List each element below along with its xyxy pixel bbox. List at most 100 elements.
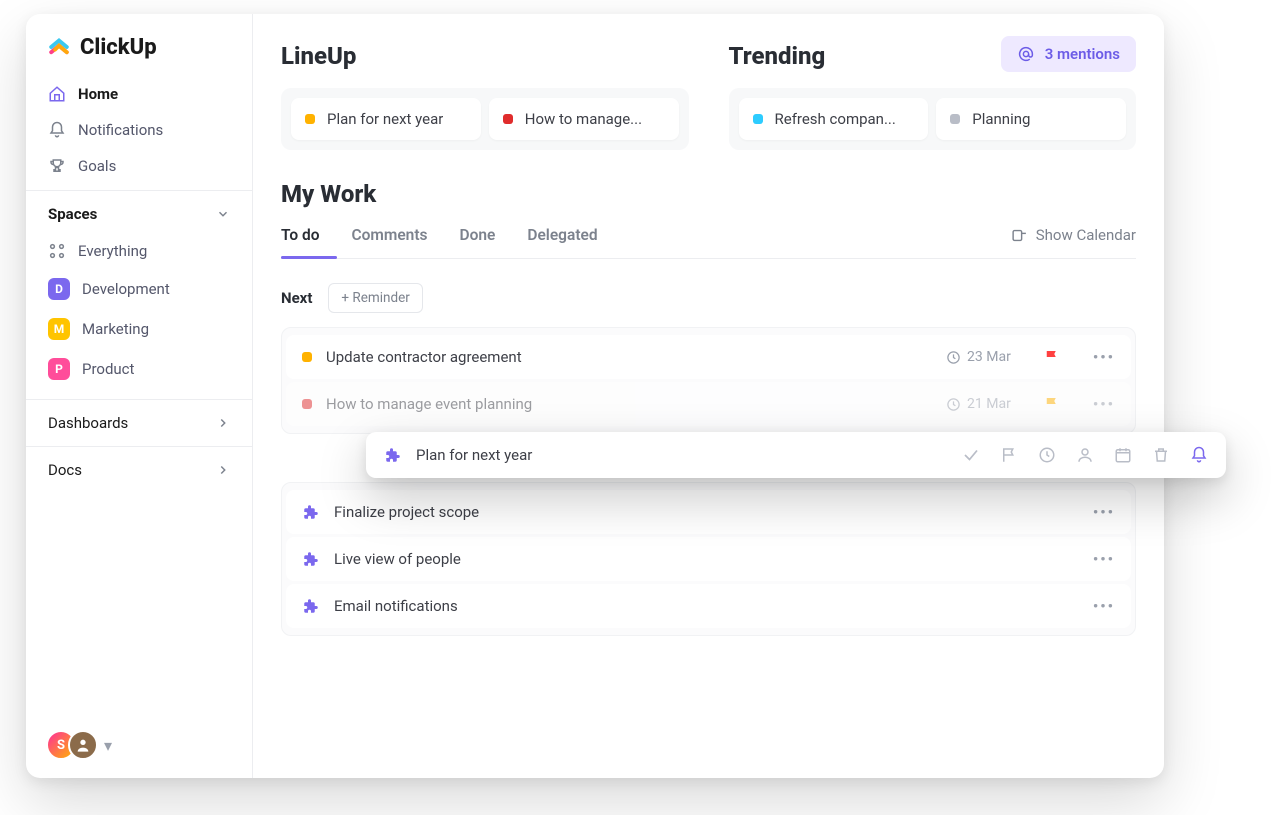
task-title: Finalize project scope [334, 503, 479, 521]
nav-label: Home [78, 85, 118, 103]
task-row[interactable]: Email notifications ••• [286, 584, 1131, 628]
space-everything[interactable]: Everything [26, 233, 252, 269]
mywork-title: My Work [281, 180, 1136, 208]
avatar [68, 730, 98, 760]
popover-actions [962, 446, 1208, 464]
nav-label: Goals [78, 157, 116, 175]
space-label: Development [82, 280, 170, 298]
status-dot-icon [950, 114, 960, 124]
space-development[interactable]: D Development [26, 269, 252, 309]
flag-icon[interactable] [1043, 395, 1061, 413]
card-label: How to manage... [525, 110, 642, 128]
calendar-panel-icon [1011, 227, 1028, 244]
status-dot-icon [753, 114, 763, 124]
more-icon[interactable]: ••• [1093, 597, 1115, 615]
later-task-list: Finalize project scope ••• Live view of … [281, 482, 1136, 636]
space-marketing[interactable]: M Marketing [26, 309, 252, 349]
nav-notifications[interactable]: Notifications [34, 112, 244, 148]
nav-label: Notifications [78, 121, 163, 139]
clock-icon[interactable] [1038, 446, 1056, 464]
task-row[interactable]: How to manage event planning 21 Mar ••• [286, 382, 1131, 426]
tab-comments[interactable]: Comments [351, 226, 427, 258]
puzzle-icon [302, 503, 320, 521]
space-product[interactable]: P Product [26, 349, 252, 389]
more-icon[interactable]: ••• [1093, 348, 1115, 366]
bell-icon[interactable] [1190, 446, 1208, 464]
lineup-card[interactable]: How to manage... [489, 98, 679, 140]
task-row[interactable]: Finalize project scope ••• [286, 490, 1131, 534]
task-title: Email notifications [334, 597, 458, 615]
task-row[interactable]: Live view of people ••• [286, 537, 1131, 581]
lineup-card[interactable]: Plan for next year [291, 98, 481, 140]
brand-name: ClickUp [80, 35, 157, 60]
spaces-header[interactable]: Spaces [26, 190, 252, 233]
tab-delegated[interactable]: Delegated [527, 226, 597, 258]
show-calendar-button[interactable]: Show Calendar [1011, 226, 1136, 258]
bell-icon [48, 121, 66, 139]
more-icon[interactable]: ••• [1093, 503, 1115, 521]
nav-goals[interactable]: Goals [34, 148, 244, 184]
puzzle-icon [302, 550, 320, 568]
chevron-right-icon [216, 416, 230, 430]
user-avatars[interactable]: S ▾ [46, 730, 112, 760]
next-task-list: Update contractor agreement 23 Mar ••• H… [281, 327, 1136, 434]
task-date: 21 Mar [946, 396, 1011, 412]
trophy-icon [48, 157, 66, 175]
more-icon[interactable]: ••• [1093, 550, 1115, 568]
app-window: ClickUp Home Notifications Goals Spaces … [26, 14, 1164, 778]
space-label: Product [82, 360, 134, 378]
spaces-header-label: Spaces [48, 205, 97, 223]
nav-docs[interactable]: Docs [26, 446, 252, 493]
space-label: Everything [78, 242, 147, 260]
space-badge: M [48, 318, 70, 340]
task-row[interactable]: Update contractor agreement 23 Mar ••• [286, 335, 1131, 379]
nav-home[interactable]: Home [34, 76, 244, 112]
status-dot-icon [503, 114, 513, 124]
mywork-tabs: To do Comments Done Delegated Show Calen… [281, 226, 1136, 259]
space-badge: D [48, 278, 70, 300]
lineup-title: LineUp [281, 42, 689, 70]
mentions-label: 3 mentions [1045, 45, 1120, 63]
brand: ClickUp [26, 14, 252, 70]
chevron-right-icon [216, 463, 230, 477]
card-label: Plan for next year [327, 110, 443, 128]
task-title: Live view of people [334, 550, 461, 568]
at-icon [1017, 45, 1035, 63]
calendar-icon[interactable] [1114, 446, 1132, 464]
next-label: Next [281, 289, 312, 307]
show-calendar-label: Show Calendar [1036, 226, 1136, 244]
tab-todo[interactable]: To do [281, 226, 319, 258]
main-content: 3 mentions LineUp Plan for next year How… [253, 14, 1164, 778]
tab-done[interactable]: Done [460, 226, 496, 258]
status-dot-icon [302, 399, 312, 409]
flag-icon[interactable] [1000, 446, 1018, 464]
task-title: How to manage event planning [326, 395, 532, 413]
nav-dashboards[interactable]: Dashboards [26, 399, 252, 446]
check-icon[interactable] [962, 446, 980, 464]
task-title: Update contractor agreement [326, 348, 522, 366]
puzzle-icon [384, 446, 402, 464]
trash-icon[interactable] [1152, 446, 1170, 464]
assignee-icon[interactable] [1076, 446, 1094, 464]
card-label: Planning [972, 110, 1030, 128]
caret-down-icon: ▾ [104, 736, 112, 755]
sidebar: ClickUp Home Notifications Goals Spaces … [26, 14, 253, 778]
space-badge: P [48, 358, 70, 380]
home-icon [48, 85, 66, 103]
footer-label: Dashboards [48, 414, 128, 432]
add-reminder-button[interactable]: + Reminder [328, 283, 422, 313]
task-popover[interactable]: Plan for next year [366, 432, 1226, 478]
lineup-cards: Plan for next year How to manage... [281, 88, 689, 150]
flag-icon[interactable] [1043, 348, 1061, 366]
trending-card[interactable]: Planning [936, 98, 1126, 140]
status-dot-icon [302, 352, 312, 362]
space-label: Marketing [82, 320, 149, 338]
footer-label: Docs [48, 461, 82, 479]
trending-cards: Refresh compan... Planning [729, 88, 1137, 150]
primary-nav: Home Notifications Goals [26, 70, 252, 190]
more-icon[interactable]: ••• [1093, 395, 1115, 413]
popover-title: Plan for next year [416, 446, 532, 464]
clock-icon [946, 397, 961, 412]
trending-card[interactable]: Refresh compan... [739, 98, 929, 140]
mentions-chip[interactable]: 3 mentions [1001, 36, 1136, 72]
